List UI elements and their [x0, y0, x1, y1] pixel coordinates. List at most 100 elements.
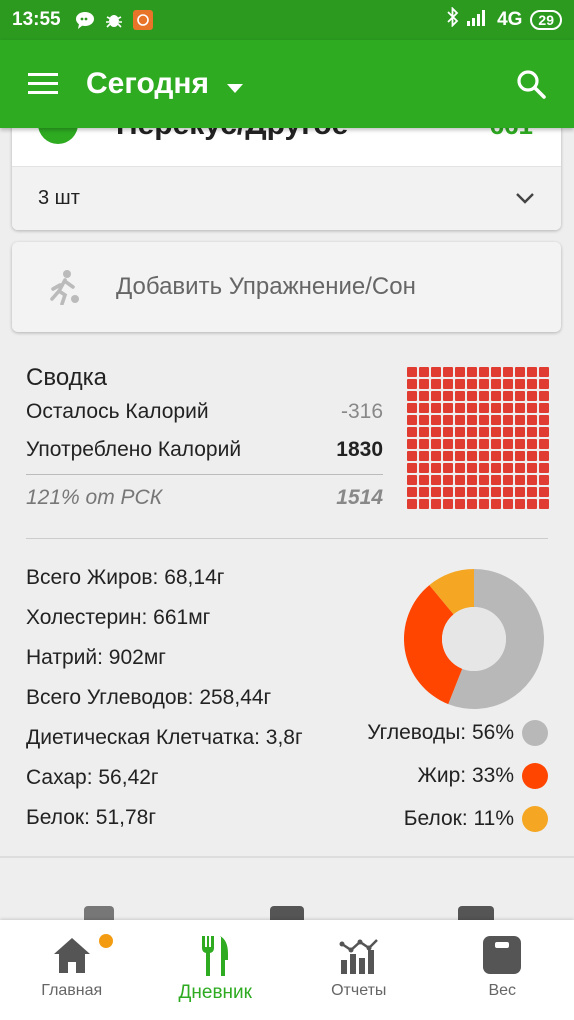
calorie-grid-cell: [515, 403, 525, 413]
calorie-grid-cell: [455, 403, 465, 413]
calorie-grid-cell: [455, 415, 465, 425]
calorie-grid-cell: [479, 475, 489, 485]
calorie-grid-cell: [443, 403, 453, 413]
chevron-down-icon[interactable]: [515, 187, 535, 210]
calorie-grid-cell: [443, 475, 453, 485]
calorie-grid-cell: [479, 487, 489, 497]
calorie-grid-cell: [419, 391, 429, 401]
calorie-grid-cell: [479, 403, 489, 413]
calorie-grid-cell: [491, 463, 501, 473]
calorie-grid-cell: [455, 379, 465, 389]
page-title: Сегодня: [86, 67, 210, 100]
calorie-grid-cell: [467, 391, 477, 401]
calorie-grid-cell: [491, 427, 501, 437]
calorie-grid-cell: [515, 379, 525, 389]
calorie-grid-cell: [455, 475, 465, 485]
calories-consumed-label: Употреблено Калорий: [26, 438, 242, 461]
calorie-grid-cell: [515, 427, 525, 437]
nutrient-fat: Всего Жиров: 68,14г: [26, 566, 225, 589]
calorie-grid-cell: [443, 499, 453, 509]
calorie-grid-cell: [515, 415, 525, 425]
calorie-grid-cell: [455, 391, 465, 401]
legend-protein: Белок: 11%: [404, 806, 548, 832]
calorie-grid-cell: [539, 367, 549, 377]
legend-fat-label: Жир: 33%: [417, 764, 515, 787]
calorie-grid-cell: [539, 379, 549, 389]
calorie-grid-cell: [479, 427, 489, 437]
calorie-grid-cell: [479, 367, 489, 377]
legend-fat-dot: [522, 763, 548, 789]
calorie-grid-cell: [515, 475, 525, 485]
calorie-grid-cell: [407, 427, 417, 437]
date-selector[interactable]: Сегодня: [86, 67, 244, 101]
calorie-grid-cell: [539, 463, 549, 473]
nav-diary-label: Дневник: [178, 982, 252, 1003]
calorie-grid-cell: [455, 487, 465, 497]
calorie-grid-cell: [515, 451, 525, 461]
calorie-grid-cell: [467, 487, 477, 497]
calorie-grid-cell: [431, 391, 441, 401]
network-type: 4G: [497, 9, 523, 30]
nav-reports[interactable]: Отчеты: [287, 920, 431, 1020]
add-exercise-button[interactable]: Добавить Упражнение/Сон: [12, 242, 561, 332]
calorie-grid-cell: [467, 367, 477, 377]
calorie-grid-cell: [467, 463, 477, 473]
calorie-grid-cell: [431, 475, 441, 485]
calorie-grid-cell: [539, 475, 549, 485]
calorie-grid-cell: [539, 499, 549, 509]
calorie-grid-cell: [419, 415, 429, 425]
calorie-grid-cell: [479, 379, 489, 389]
nav-weight[interactable]: Вес: [431, 920, 574, 1020]
nav-diary[interactable]: Дневник: [144, 920, 288, 1020]
calorie-grid-cell: [431, 463, 441, 473]
notification-badge: [99, 934, 113, 948]
menu-icon[interactable]: [0, 40, 86, 128]
calorie-grid-cell: [479, 439, 489, 449]
calorie-grid-cell: [491, 499, 501, 509]
calorie-grid-cell: [443, 487, 453, 497]
calorie-grid-cell: [407, 499, 417, 509]
nutrient-sugar: Сахар: 56,42г: [26, 766, 159, 789]
calorie-grid-cell: [467, 379, 477, 389]
chat-notification-icon: [75, 10, 95, 30]
calorie-grid-cell: [419, 367, 429, 377]
calorie-grid-cell: [431, 379, 441, 389]
nav-reports-label: Отчеты: [331, 982, 387, 999]
calorie-grid-cell: [515, 487, 525, 497]
bug-notification-icon: [104, 10, 124, 30]
calorie-grid-cell: [419, 427, 429, 437]
add-exercise-label: Добавить Упражнение/Сон: [116, 273, 416, 300]
calorie-grid-cell: [515, 439, 525, 449]
status-time: 13:55: [12, 9, 61, 30]
summary-title: Сводка: [26, 364, 108, 391]
calorie-grid-cell: [419, 499, 429, 509]
calorie-grid-cell: [455, 463, 465, 473]
food-quantity-row[interactable]: 3 шт: [12, 166, 561, 230]
calorie-grid-cell: [515, 463, 525, 473]
legend-carbs-dot: [522, 720, 548, 746]
calorie-grid-cell: [455, 427, 465, 437]
calorie-grid-cell: [515, 367, 525, 377]
calorie-grid-cell: [515, 499, 525, 509]
calorie-grid-cell: [503, 415, 513, 425]
nav-home[interactable]: Главная: [0, 920, 144, 1020]
calorie-grid-cell: [503, 427, 513, 437]
nav-weight-label: Вес: [488, 982, 517, 999]
calorie-grid-cell: [431, 415, 441, 425]
calorie-grid-cell: [407, 391, 417, 401]
search-icon[interactable]: [488, 40, 574, 128]
summary-divider: [26, 474, 383, 475]
calorie-grid-cell: [443, 463, 453, 473]
calorie-grid-cell: [479, 451, 489, 461]
calorie-grid-cell: [527, 415, 537, 425]
scale-icon: [483, 936, 522, 974]
calorie-grid-cell: [431, 439, 441, 449]
legend-protein-dot: [522, 806, 548, 832]
calorie-grid-cell: [527, 451, 537, 461]
calorie-grid-cell: [527, 403, 537, 413]
rsk-value: 1514: [336, 486, 383, 509]
nutrient-sodium: Натрий: 902мг: [26, 646, 166, 669]
calorie-grid-cell: [467, 451, 477, 461]
calorie-grid-cell: [443, 391, 453, 401]
legend-protein-label: Белок: 11%: [403, 807, 514, 830]
